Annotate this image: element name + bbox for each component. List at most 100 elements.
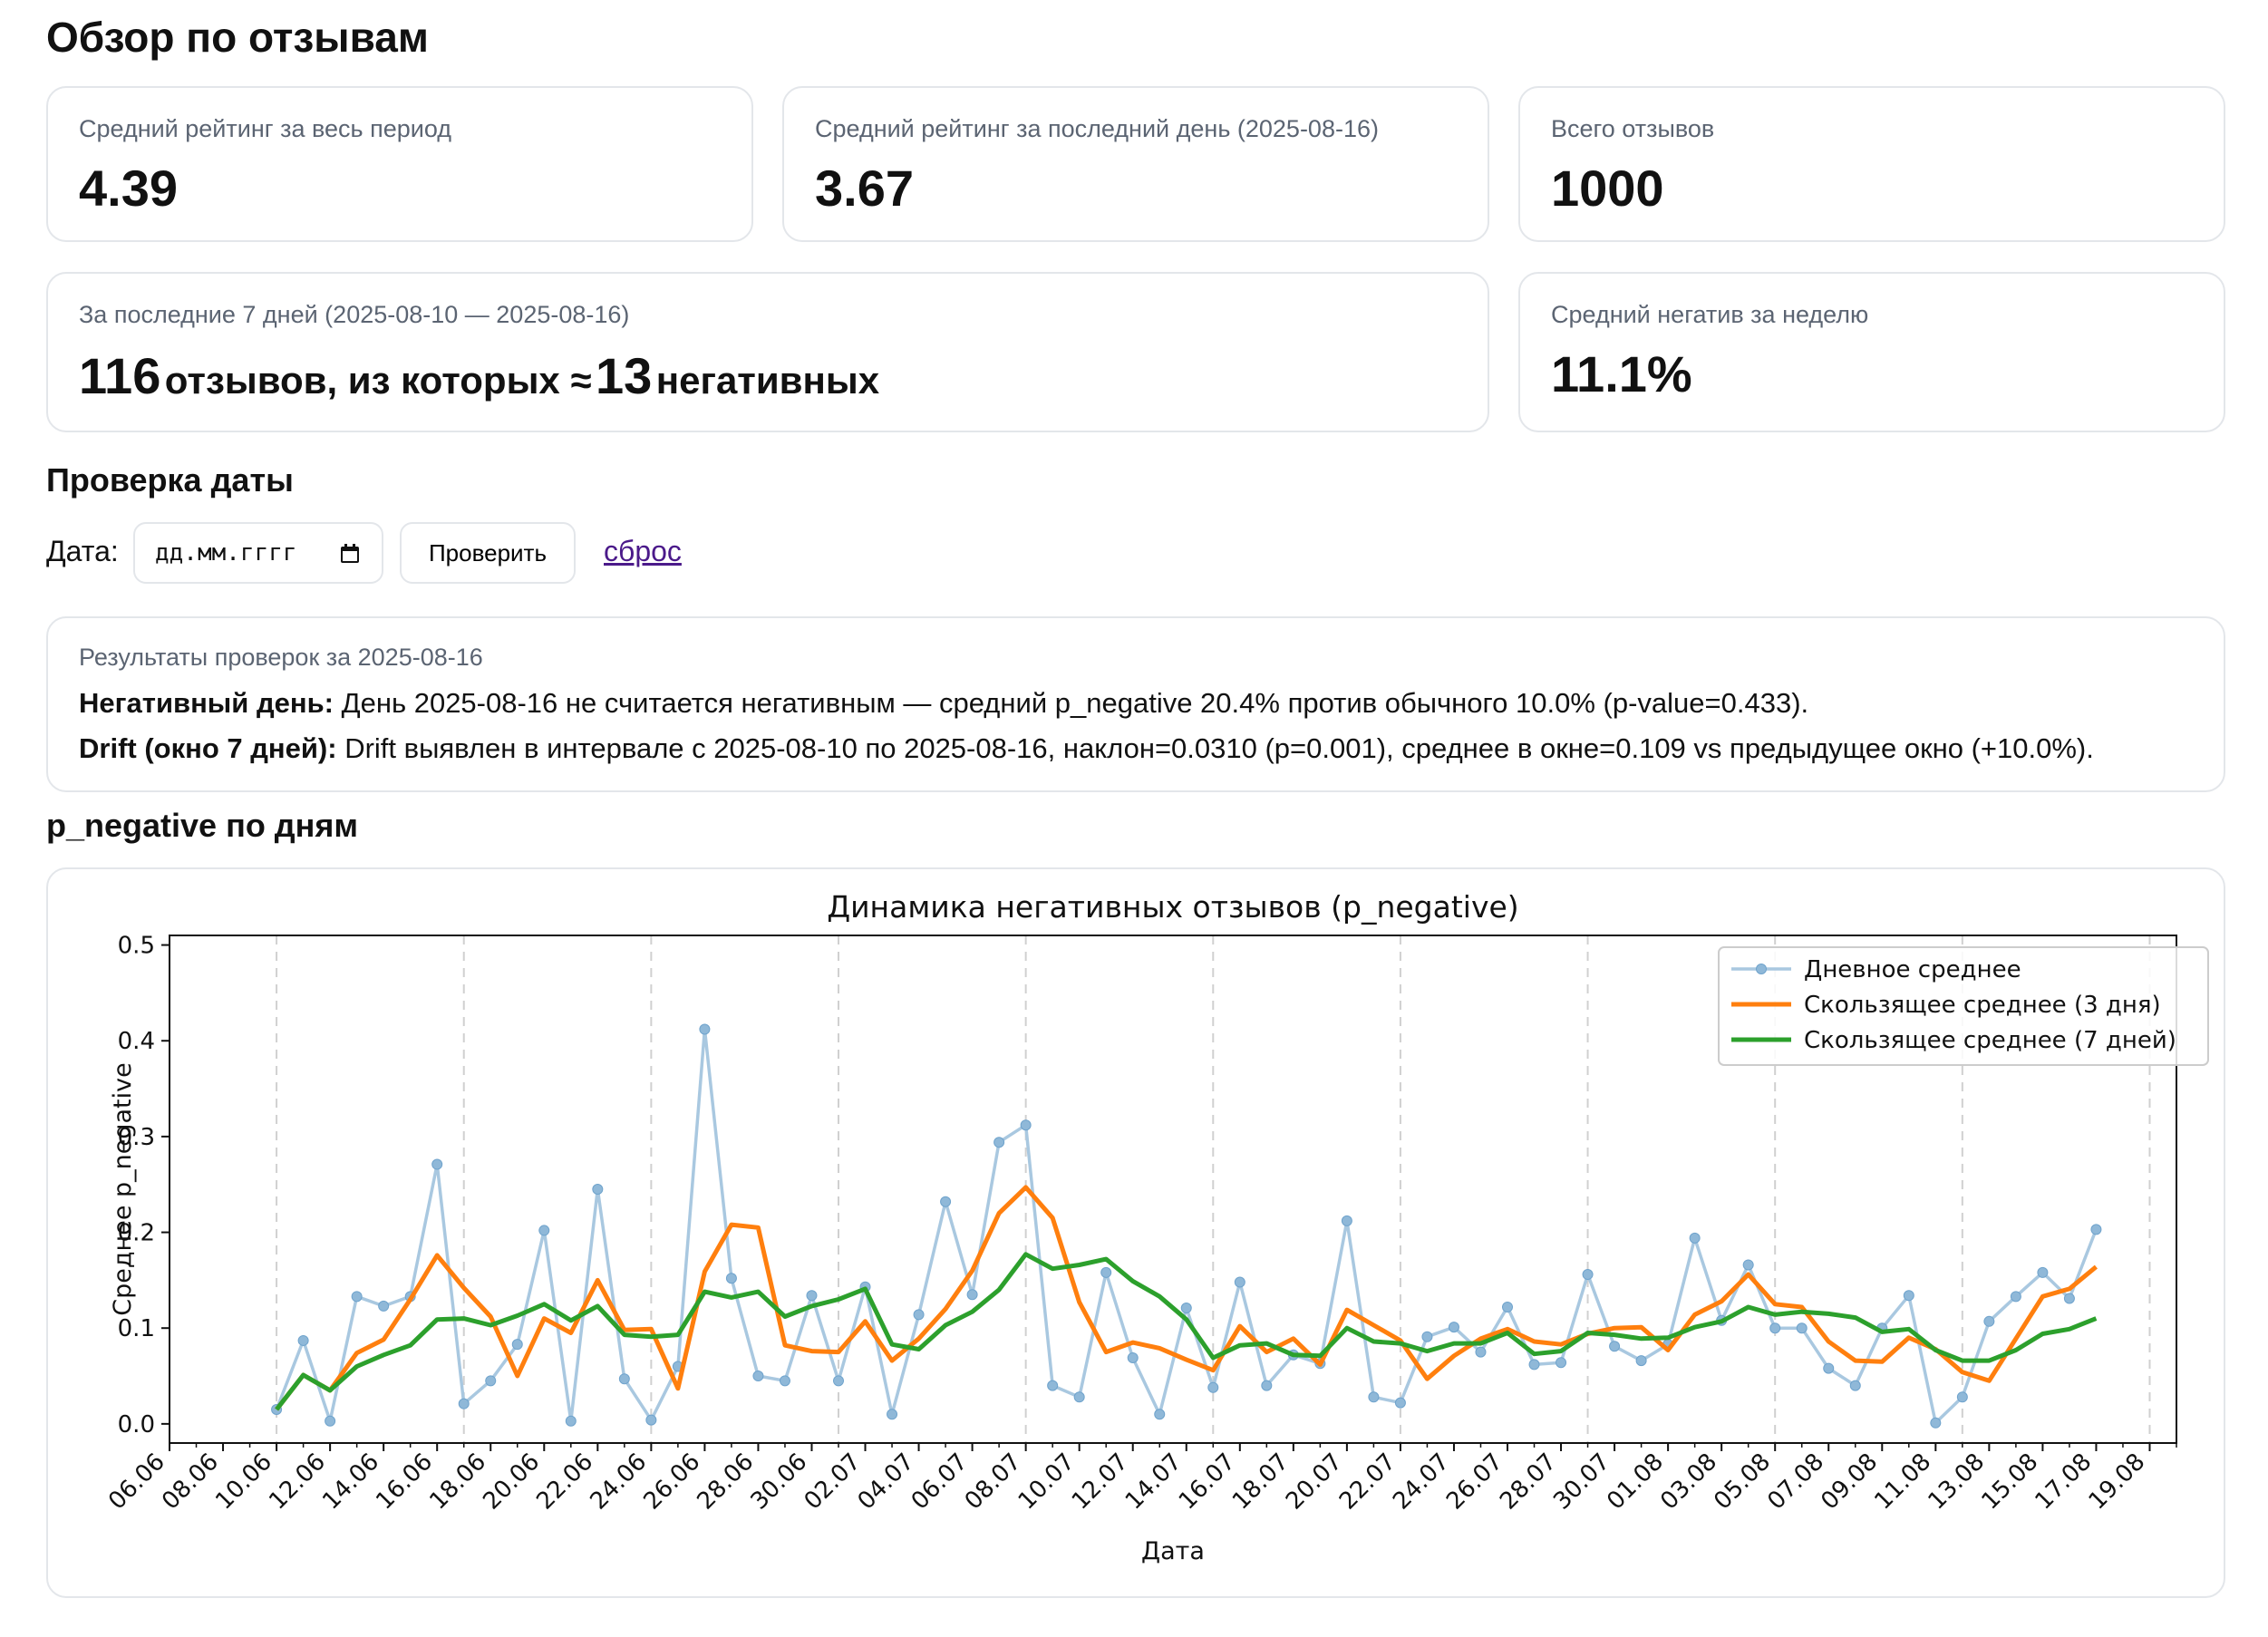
- card-value: 1000: [1551, 160, 1664, 217]
- data-point: [1983, 1315, 1995, 1327]
- x-tick-label: 08.06: [157, 1448, 224, 1516]
- y-axis-label: Среднее p_negative: [109, 1062, 137, 1315]
- legend-label: Дневное среднее: [1804, 956, 2021, 983]
- data-point: [913, 1309, 925, 1321]
- data-point: [1582, 1269, 1594, 1281]
- card-label: Всего отзывов: [1551, 115, 1715, 142]
- negative-day-result: Негативный день: День 2025-08-16 не счит…: [79, 687, 1808, 720]
- data-point: [993, 1137, 1005, 1148]
- data-point: [1368, 1391, 1380, 1403]
- card-label: Средний негатив за неделю: [1551, 301, 1869, 328]
- x-tick-label: 14.06: [317, 1448, 384, 1516]
- data-point: [351, 1291, 363, 1303]
- date-input[interactable]: дд.мм.гггг: [133, 522, 383, 584]
- results-title: Результаты проверок за 2025-08-16: [79, 644, 483, 671]
- data-point: [1609, 1341, 1621, 1352]
- x-tick-label: 22.06: [531, 1448, 598, 1516]
- check-button[interactable]: Проверить: [400, 522, 576, 584]
- x-tick-label: 11.08: [1869, 1448, 1936, 1516]
- chart-title: Динамика негативных отзывов (p_negative): [827, 889, 1518, 925]
- x-tick-label: 17.08: [2031, 1448, 2098, 1516]
- date-input-placeholder: дд.мм.гггг: [155, 539, 297, 567]
- x-tick-label: 24.06: [585, 1448, 652, 1516]
- x-tick-label: 09.08: [1816, 1448, 1883, 1516]
- data-point: [1475, 1346, 1487, 1358]
- legend-marker: [1756, 964, 1767, 974]
- negative-day-label: Негативный день:: [79, 687, 334, 719]
- y-tick-label: 0.1: [118, 1315, 155, 1342]
- data-point: [2090, 1224, 2102, 1235]
- x-tick-label: 04.07: [853, 1448, 920, 1516]
- data-point: [378, 1300, 390, 1312]
- data-point: [1823, 1362, 1835, 1374]
- data-point: [1502, 1301, 1513, 1313]
- x-tick-label: 26.06: [639, 1448, 706, 1516]
- data-point: [1047, 1380, 1059, 1391]
- x-tick-label: 06.06: [103, 1448, 170, 1516]
- y-tick-label: 0.0: [118, 1411, 155, 1438]
- data-point: [645, 1414, 657, 1426]
- data-point: [1635, 1355, 1647, 1367]
- reset-link[interactable]: сброс: [604, 535, 682, 568]
- card-value: 11.1%: [1551, 345, 1692, 402]
- page-title: Обзор по отзывам: [46, 14, 429, 61]
- calendar-icon[interactable]: [340, 544, 360, 564]
- data-point: [1127, 1351, 1139, 1363]
- total-reviews-card: Всего отзывов 1000: [1518, 86, 2225, 242]
- data-point: [458, 1398, 470, 1409]
- results-card: Результаты проверок за 2025-08-16 Негати…: [46, 616, 2225, 792]
- x-tick-label: 20.07: [1281, 1448, 1348, 1516]
- week-review-count: 116: [79, 347, 161, 404]
- chart-section-title: p_negative по дням: [46, 807, 359, 844]
- data-point: [2063, 1293, 2075, 1304]
- week-text-1: отзывов, из которых ≈: [164, 359, 592, 402]
- data-point: [725, 1273, 737, 1284]
- data-point: [940, 1196, 952, 1207]
- x-axis-label: Дата: [1141, 1537, 1205, 1565]
- data-point: [887, 1409, 898, 1420]
- x-tick-label: 28.06: [693, 1448, 760, 1516]
- data-point: [806, 1290, 818, 1302]
- drift-label: Drift (окно 7 дней):: [79, 732, 337, 764]
- x-tick-label: 10.07: [1013, 1448, 1081, 1516]
- y-tick-label: 0.5: [118, 933, 155, 960]
- x-tick-label: 02.07: [800, 1448, 867, 1516]
- p-negative-chart: Динамика негативных отзывов (p_negative)…: [103, 889, 2209, 1565]
- data-point: [325, 1415, 336, 1427]
- data-point: [1556, 1357, 1567, 1369]
- x-tick-label: 08.07: [960, 1448, 1027, 1516]
- data-point: [833, 1375, 844, 1387]
- card-label: За последние 7 дней (2025-08-10 — 2025-0…: [79, 301, 630, 328]
- week-summary: 116 отзывов, из которых ≈ 13 негативных: [79, 346, 879, 405]
- data-point: [2037, 1266, 2049, 1278]
- x-tick-label: 18.06: [424, 1448, 491, 1516]
- x-tick-label: 15.08: [1977, 1448, 2044, 1516]
- x-tick-label: 26.07: [1441, 1448, 1508, 1516]
- data-point: [1100, 1266, 1112, 1278]
- card-value: 3.67: [815, 160, 914, 217]
- data-point: [485, 1375, 497, 1387]
- negative-day-text: День 2025-08-16 не считается негативным …: [341, 687, 1809, 719]
- data-point: [1903, 1290, 1914, 1302]
- data-point: [1528, 1359, 1540, 1371]
- data-point: [618, 1373, 630, 1385]
- data-point: [565, 1415, 577, 1427]
- chart-card: Динамика негативных отзывов (p_negative)…: [46, 867, 2225, 1598]
- drift-text: Drift выявлен в интервале с 2025-08-10 п…: [344, 732, 2094, 764]
- last-7-days-card: За последние 7 дней (2025-08-10 — 2025-0…: [46, 272, 1489, 432]
- data-point: [779, 1375, 790, 1387]
- series-line: [275, 1027, 2098, 1425]
- data-point: [1154, 1409, 1166, 1420]
- x-tick-label: 05.08: [1709, 1448, 1776, 1516]
- data-point: [431, 1158, 443, 1170]
- data-point: [1073, 1391, 1085, 1403]
- data-point: [592, 1184, 604, 1195]
- date-check-title: Проверка даты: [46, 461, 294, 499]
- data-point: [1930, 1417, 1942, 1429]
- data-point: [1742, 1259, 1754, 1271]
- x-tick-label: 30.06: [746, 1448, 813, 1516]
- data-point: [1020, 1119, 1032, 1131]
- avg-rating-last-day-card: Средний рейтинг за последний день (2025-…: [782, 86, 1489, 242]
- x-tick-label: 16.07: [1174, 1448, 1241, 1516]
- x-tick-label: 28.07: [1495, 1448, 1562, 1516]
